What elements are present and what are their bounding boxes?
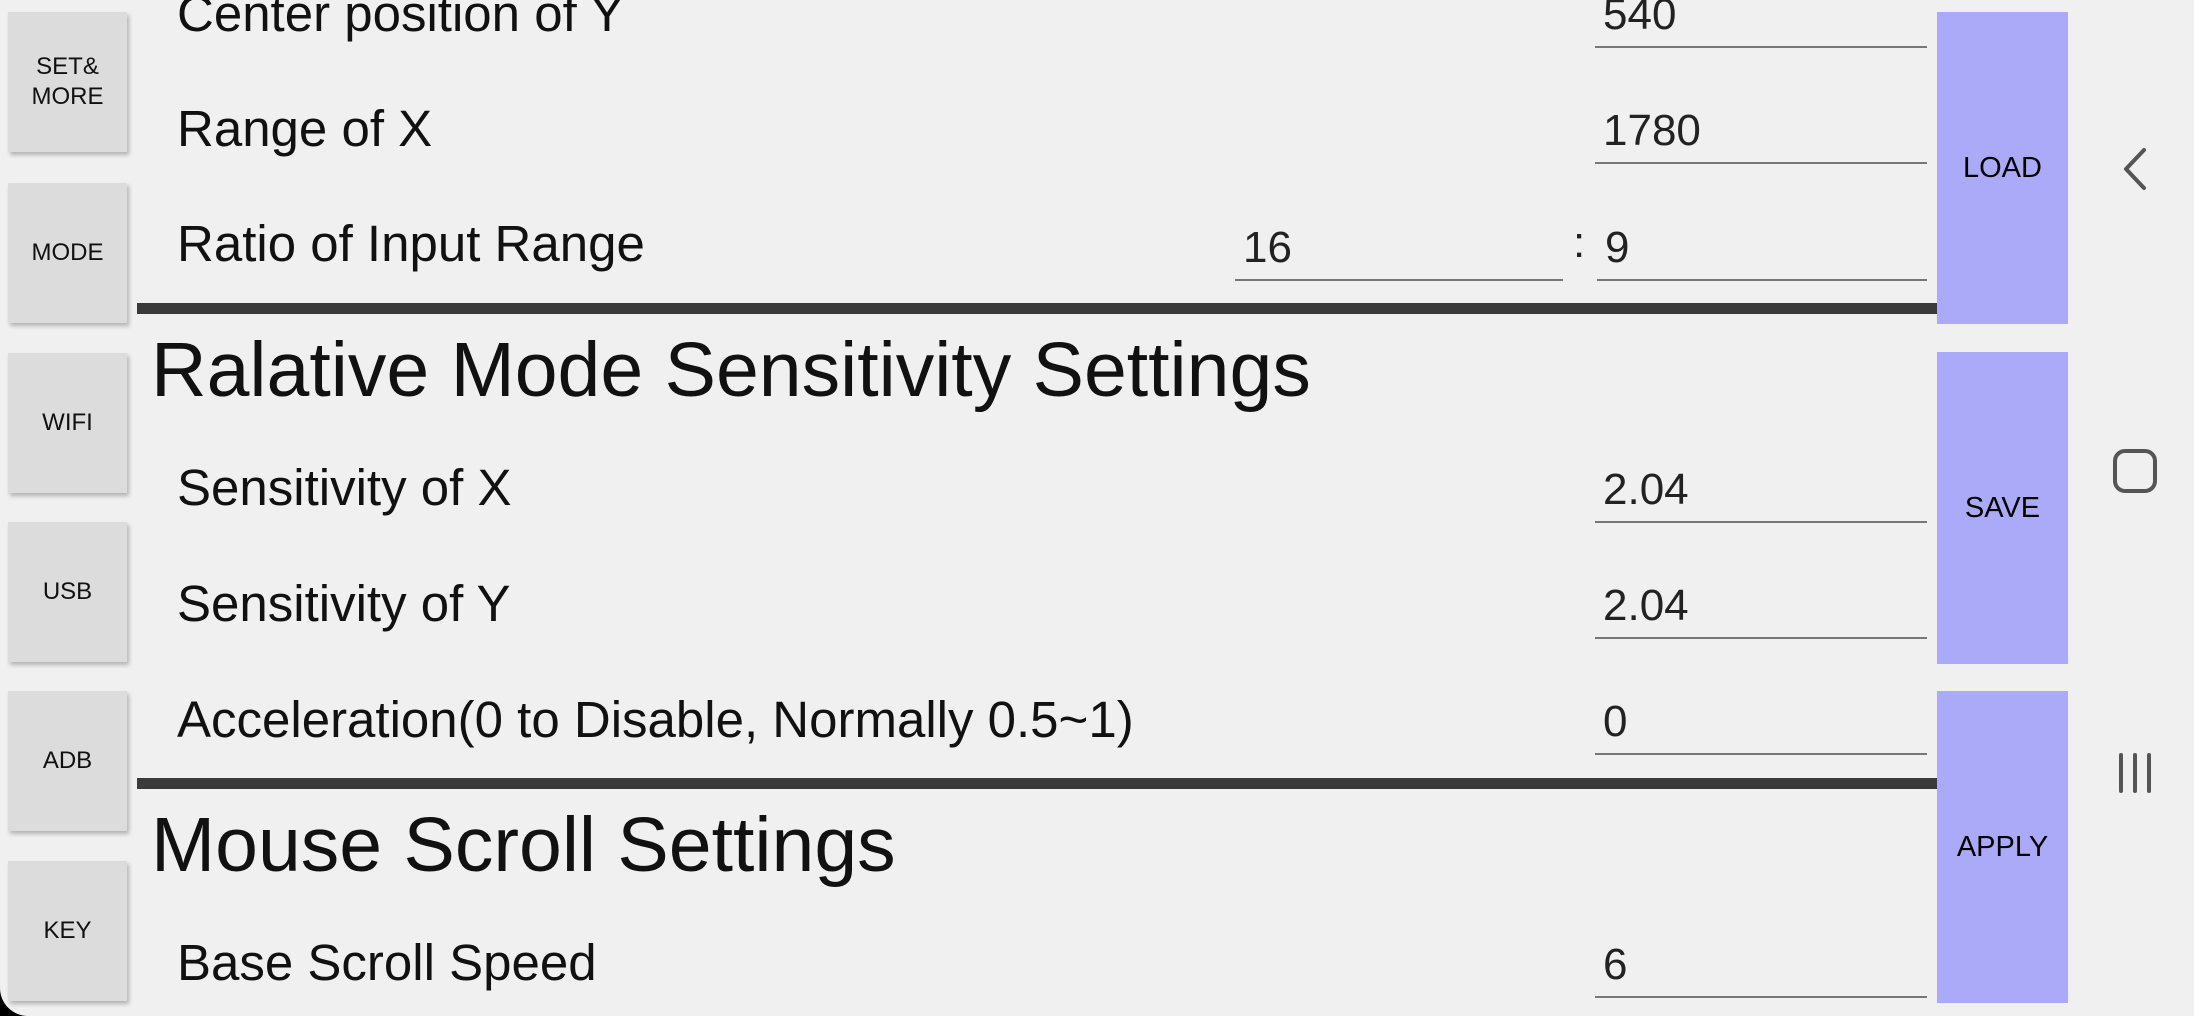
sidebar-item-adb[interactable]: ADB bbox=[8, 691, 127, 831]
sidebar-item-set-more[interactable]: SET& MORE bbox=[8, 12, 127, 152]
sensitivity-x-label: Sensitivity of X bbox=[177, 459, 512, 516]
ratio-width-input[interactable]: 16 bbox=[1235, 223, 1563, 281]
sidebar-item-usb[interactable]: USB bbox=[8, 522, 127, 662]
sidebar-item-label: MODE bbox=[31, 239, 104, 266]
sidebar-item-label: SET& MORE bbox=[31, 53, 104, 110]
sensitivity-y-label: Sensitivity of Y bbox=[177, 575, 511, 632]
sidebar-item-wifi[interactable]: WIFI bbox=[8, 353, 127, 493]
back-icon[interactable] bbox=[2110, 144, 2160, 194]
range-x-label: Range of X bbox=[177, 100, 433, 157]
apply-button-label: APPLY bbox=[1956, 830, 2049, 863]
acceleration-label: Acceleration(0 to Disable, Normally 0.5~… bbox=[177, 691, 1134, 748]
sidebar-item-mode[interactable]: MODE bbox=[8, 183, 127, 323]
apply-button[interactable]: APPLY bbox=[1937, 691, 2068, 1003]
save-button-label: SAVE bbox=[1964, 491, 2041, 524]
range-x-input[interactable]: 1780 bbox=[1595, 106, 1927, 164]
sensitivity-y-input[interactable]: 2.04 bbox=[1595, 581, 1927, 639]
relative-section-title: Ralative Mode Sensitivity Settings bbox=[151, 327, 1311, 413]
section-divider bbox=[137, 303, 1937, 314]
sidebar-item-label: KEY bbox=[43, 917, 92, 944]
load-button[interactable]: LOAD bbox=[1937, 12, 2068, 324]
center-y-input[interactable]: 540 bbox=[1595, 0, 1927, 48]
base-scroll-speed-label: Base Scroll Speed bbox=[177, 934, 597, 991]
base-scroll-speed-input[interactable]: 6 bbox=[1595, 940, 1927, 998]
ratio-height-input[interactable]: 9 bbox=[1597, 223, 1927, 281]
sidebar-item-key[interactable]: KEY bbox=[8, 861, 127, 1001]
app-screen: SET& MORE MODE WIFI USB ADB KEY Center p… bbox=[0, 0, 2194, 1016]
section-divider bbox=[137, 778, 1937, 789]
sidebar-item-label: USB bbox=[42, 578, 93, 605]
ratio-label: Ratio of Input Range bbox=[177, 215, 645, 272]
sidebar-item-label: WIFI bbox=[42, 409, 93, 436]
sensitivity-x-input[interactable]: 2.04 bbox=[1595, 465, 1927, 523]
save-button[interactable]: SAVE bbox=[1937, 352, 2068, 664]
acceleration-input[interactable]: 0 bbox=[1595, 697, 1927, 755]
ratio-separator: : bbox=[1573, 218, 1586, 267]
scroll-section-title: Mouse Scroll Settings bbox=[151, 802, 896, 888]
center-y-label: Center position of Y bbox=[177, 0, 624, 42]
sidebar-item-label: ADB bbox=[42, 747, 93, 774]
recents-icon[interactable] bbox=[2110, 748, 2160, 798]
load-button-label: LOAD bbox=[1963, 151, 2042, 184]
home-icon[interactable] bbox=[2110, 446, 2160, 496]
